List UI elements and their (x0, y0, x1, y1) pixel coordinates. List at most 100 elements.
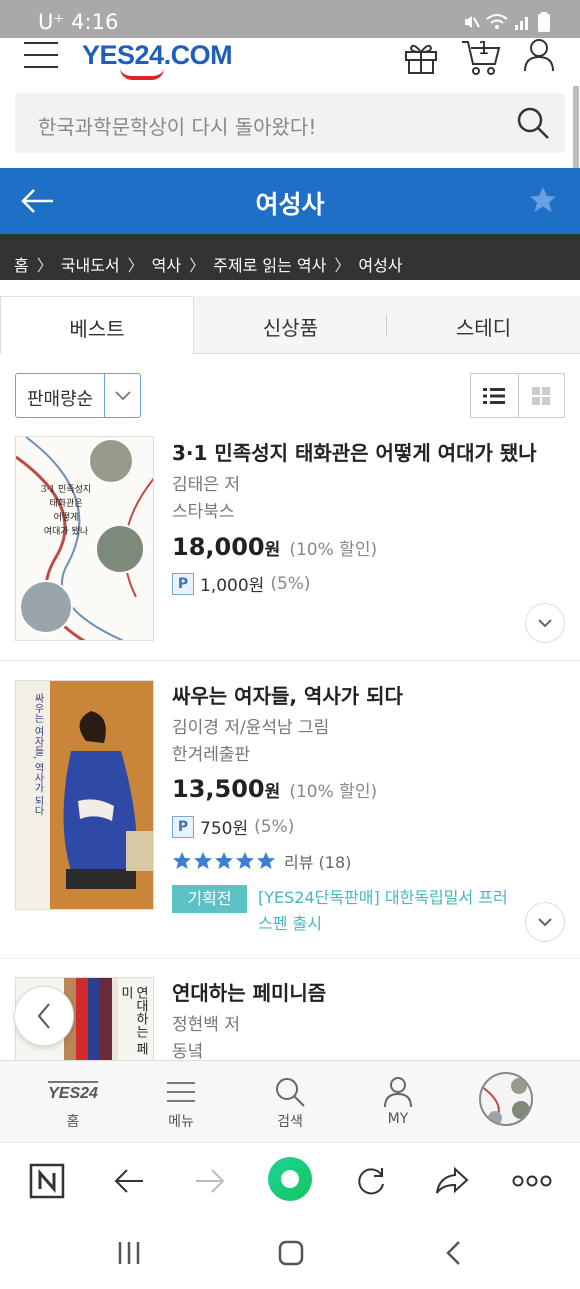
nav-my-label: MY (387, 1111, 409, 1127)
carrier-label: U⁺ (38, 10, 65, 34)
menu-icon[interactable] (24, 42, 58, 72)
book-price-2: 13,500원 (10% 할인) (172, 775, 377, 803)
naver-home-icon[interactable] (25, 1159, 69, 1203)
nav-menu[interactable]: 메뉴 (141, 1073, 221, 1131)
book-title-3[interactable]: 연대하는 페미니즘 (172, 977, 326, 1006)
recent-apps-icon[interactable] (117, 1240, 141, 1266)
search-icon (250, 1073, 330, 1111)
tab-best[interactable]: 베스트 (0, 296, 194, 354)
tab-new[interactable]: 신상품 (194, 296, 387, 354)
clock: 4:16 (71, 10, 119, 34)
nav-home-label: 홈 (66, 1114, 80, 1130)
green-dot-button[interactable] (267, 1156, 313, 1202)
yes24-home-icon: YES24 (33, 1073, 113, 1111)
site-logo[interactable]: YES24.COM (82, 40, 233, 71)
battery-icon (538, 12, 550, 32)
divider (0, 660, 580, 661)
breadcrumb-home[interactable]: 홈 (14, 252, 29, 276)
chevron-left-icon (37, 1003, 50, 1029)
grid-view-icon[interactable] (517, 374, 565, 417)
breadcrumb-history-by-topic[interactable]: 주제로 읽는 역사 (213, 252, 326, 276)
system-navigation-bar (0, 1218, 580, 1289)
discount-label: (10% 할인) (289, 540, 378, 560)
book-cover-1-text: 3·1 민족성지 태화관은 어떻게 여대가 됐나 (40, 485, 92, 537)
book-title-1[interactable]: 3·1 민족성지 태화관은 어떻게 여대가 됐나 (172, 437, 537, 466)
points-value: 1,000원 (200, 576, 265, 596)
points-rate: (5%) (254, 816, 295, 837)
list-view-icon[interactable] (471, 374, 518, 417)
book-author-3[interactable]: 정현백 저 (172, 1010, 240, 1035)
nav-search-label: 검색 (277, 1114, 303, 1130)
gift-icon[interactable] (403, 40, 439, 74)
breadcrumb: 홈 〉 국내도서 〉 역사 〉 주제로 읽는 역사 〉 여성사 (0, 234, 580, 280)
book-rating-2[interactable]: 리뷰 (18) (172, 849, 351, 873)
book-publisher-3[interactable]: 동녘 (172, 1037, 203, 1062)
refresh-icon[interactable] (349, 1159, 393, 1203)
breadcrumb-womens-history[interactable]: 여성사 (358, 252, 402, 276)
browser-back-icon[interactable] (107, 1159, 151, 1203)
status-time: U⁺ 4:16 (38, 10, 118, 34)
nav-my[interactable]: MY (358, 1073, 438, 1127)
book-cover-3-text: 연대하는 페미 (118, 986, 148, 1056)
nav-home[interactable]: YES24 홈 (33, 1073, 113, 1131)
point-badge: P (172, 815, 194, 838)
price-value: 13,500 (172, 775, 265, 803)
chevron-down-icon (538, 918, 552, 927)
share-icon[interactable] (430, 1159, 474, 1203)
chevron-right-icon: 〉 (334, 255, 351, 275)
view-toggle (470, 373, 565, 418)
wifi-icon (486, 14, 508, 29)
book-cover-1[interactable]: 3·1 민족성지 태화관은 어떻게 여대가 됐나 (15, 436, 154, 641)
floating-back-button[interactable] (14, 986, 74, 1046)
book-price-1: 18,000원 (10% 할인) (172, 533, 377, 561)
promo-badge: 기획전 (172, 885, 247, 913)
category-title-bar: 여성사 (0, 168, 580, 234)
expand-button[interactable] (525, 603, 565, 643)
logo-suffix: .COM (163, 40, 233, 70)
price-currency: 원 (264, 540, 281, 560)
divider (0, 958, 580, 959)
status-icons (462, 12, 550, 32)
book-author-2[interactable]: 김이경 저/윤석남 그림 (172, 713, 329, 738)
menu-icon (141, 1073, 221, 1111)
more-options-icon[interactable] (510, 1159, 554, 1203)
point-badge: P (172, 572, 194, 595)
search-placeholder: 한국과학문학상이 다시 돌아왔다! (38, 115, 317, 139)
book-points-1: P 1,000원 (5%) (172, 571, 311, 596)
breadcrumb-domestic-books[interactable]: 국내도서 (61, 252, 120, 276)
promo-link[interactable]: [YES24단독판매] 대한독립밀서 프러스펜 출시 (258, 885, 518, 937)
rating-stars-icon (173, 852, 275, 869)
book-title-2[interactable]: 싸우는 여자들, 역사가 되다 (172, 680, 403, 709)
user-icon[interactable] (523, 38, 555, 72)
list-tabs: 베스트 신상품 스테디 (0, 296, 580, 354)
price-currency: 원 (264, 782, 281, 802)
chevron-down-icon (538, 619, 552, 628)
book-cover-2[interactable]: 싸우는 여자들, 역사가 되다 (15, 680, 154, 910)
expand-button[interactable] (525, 902, 565, 942)
favorite-star-icon[interactable] (528, 185, 558, 215)
book-publisher-1[interactable]: 스타북스 (172, 497, 235, 522)
recent-book-thumbnail[interactable] (479, 1072, 533, 1126)
home-icon[interactable] (278, 1240, 304, 1266)
chevron-down-icon (104, 374, 140, 417)
sort-selected-value: 판매량순 (27, 389, 94, 410)
search-input[interactable]: 한국과학문학상이 다시 돌아왔다! (15, 93, 565, 153)
tab-steady[interactable]: 스테디 (387, 296, 580, 354)
system-back-icon[interactable] (444, 1240, 462, 1266)
book-publisher-2[interactable]: 한겨레출판 (172, 740, 250, 765)
breadcrumb-history[interactable]: 역사 (152, 252, 181, 276)
points-value: 750원 (200, 819, 249, 839)
logo-smile-icon (120, 68, 164, 80)
sort-select[interactable]: 판매량순 (15, 373, 141, 418)
search-icon[interactable] (515, 105, 551, 141)
nav-menu-label: 메뉴 (168, 1114, 194, 1130)
cart-count-badge: 1 (478, 38, 490, 59)
nav-search[interactable]: 검색 (250, 1073, 330, 1131)
chevron-right-icon: 〉 (127, 255, 144, 275)
page-title: 여성사 (255, 190, 325, 219)
chevron-right-icon: 〉 (189, 255, 206, 275)
browser-forward-icon[interactable] (188, 1159, 232, 1203)
signal-icon (515, 17, 528, 30)
book-author-1[interactable]: 김태은 저 (172, 470, 240, 495)
user-icon (358, 1073, 438, 1111)
